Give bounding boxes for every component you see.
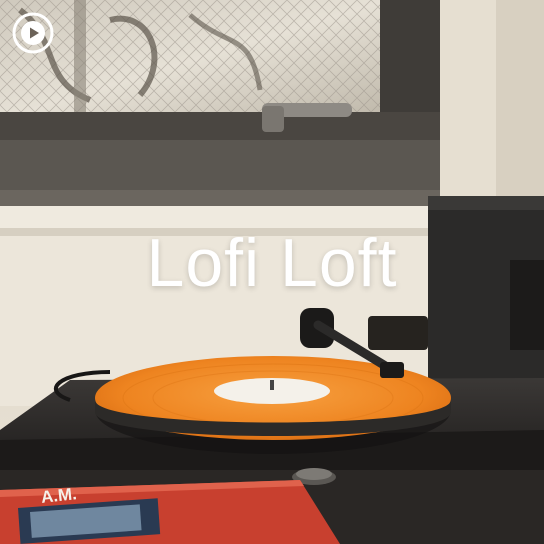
play-circle-icon bbox=[12, 12, 54, 54]
playlist-cover: A.M. Lofi Loft bbox=[0, 0, 544, 544]
playlist-title: Lofi Loft bbox=[146, 225, 398, 301]
